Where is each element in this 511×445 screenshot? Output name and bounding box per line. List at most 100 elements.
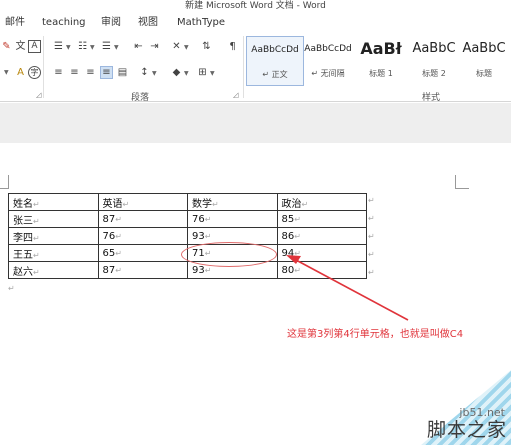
table-cell[interactable]: 76↵ <box>97 227 188 245</box>
char-border-icon[interactable]: A <box>28 40 41 53</box>
chinese-layout-icon[interactable]: ✕ <box>170 40 183 53</box>
font-color-dropdown-icon[interactable]: ▼ <box>4 69 9 76</box>
table-cell[interactable]: 赵六↵ <box>8 261 99 279</box>
style-sample: AaBbC <box>462 41 506 56</box>
chinese-layout-dropdown-icon[interactable]: ▼ <box>184 44 189 51</box>
table-cell[interactable]: 94↵ <box>276 244 367 262</box>
cell-end-mark: ↵ <box>294 248 301 258</box>
style-name: ↵ 正文 <box>262 70 288 79</box>
cell-text: 85 <box>281 213 295 225</box>
cell-text: 93 <box>192 230 205 242</box>
cell-text: 王五 <box>13 249 33 261</box>
cell-end-mark: ↵ <box>212 199 219 209</box>
cell-end-mark: ↵ <box>33 216 40 226</box>
numbered-list-icon[interactable]: ☷ <box>76 40 89 53</box>
title-bar: 新建 Microsoft Word 文档 - Word <box>0 0 511 14</box>
cell-end-mark: ↵ <box>33 267 40 277</box>
tab-mathtype[interactable]: MathType <box>177 16 225 30</box>
highlight-a-icon[interactable]: A <box>14 66 27 79</box>
style-heading-2[interactable]: AaBbC 标题 2 <box>405 36 463 86</box>
distributed-icon[interactable]: ▤ <box>116 66 129 79</box>
cell-end-mark: ↵ <box>122 199 130 209</box>
table-cell[interactable]: 76↵ <box>187 210 278 228</box>
enclose-char-icon[interactable]: 字 <box>28 66 41 79</box>
table-cell[interactable]: 李四↵ <box>8 227 99 245</box>
line-spacing-icon[interactable]: ↕ <box>138 66 151 79</box>
watermark: jb51.net 脚本之家 <box>421 370 511 445</box>
paragraph-mark: ↵ <box>8 284 15 293</box>
cell-text: 94 <box>281 247 295 259</box>
table-cell[interactable]: 85↵ <box>276 210 367 228</box>
style-sample: AaBbCcDd <box>304 44 352 54</box>
cell-text: 张三 <box>13 215 33 227</box>
style-heading-1[interactable]: AaBł 标题 1 <box>352 36 410 86</box>
phonetic-icon[interactable]: 文 <box>14 40 27 53</box>
style-sample: AaBbC <box>412 41 456 56</box>
table-cell[interactable]: 政治↵ <box>276 193 367 211</box>
table-cell[interactable]: 80↵ <box>276 261 367 279</box>
cell-text: 英语 <box>102 198 123 210</box>
borders-icon[interactable]: ⊞ <box>196 66 209 79</box>
align-center-icon[interactable]: ≡ <box>68 66 81 79</box>
score-table[interactable]: 姓名↵ 英语↵ 数学↵ 政治↵ 张三↵ 87↵ 76↵ 85↵ 李四↵ 76↵ … <box>8 193 367 279</box>
table-row: 姓名↵ 英语↵ 数学↵ 政治↵ <box>8 193 367 211</box>
cell-end-mark: ↵ <box>301 199 309 209</box>
style-name: 标题 2 <box>422 69 446 78</box>
cell-end-mark: ↵ <box>294 214 301 224</box>
cell-text: 87 <box>102 213 116 225</box>
style-normal[interactable]: AaBbCcDd ↵ 正文 <box>246 36 304 86</box>
style-no-spacing[interactable]: AaBbCcDd ↵ 无间隔 <box>299 36 357 86</box>
table-cell[interactable]: 王五↵ <box>8 244 99 262</box>
shading-icon[interactable]: ◆ <box>170 66 183 79</box>
paragraph-dialog-launcher-icon[interactable]: ◿ <box>233 91 238 99</box>
style-title[interactable]: AaBbC 标题 <box>458 36 510 86</box>
cell-end-mark: ↵ <box>294 231 301 241</box>
ribbon-separator <box>43 36 44 98</box>
line-spacing-dropdown-icon[interactable]: ▼ <box>152 70 157 77</box>
cell-text: 政治 <box>281 198 302 210</box>
clear-format-icon[interactable]: ✎ <box>0 40 13 53</box>
multilevel-list-icon[interactable]: ☰ <box>100 40 113 53</box>
decrease-indent-icon[interactable]: ⇤ <box>132 40 145 53</box>
table-cell[interactable]: 张三↵ <box>8 210 99 228</box>
cell-end-mark: ↵ <box>115 248 122 258</box>
multilevel-dropdown-icon[interactable]: ▼ <box>114 44 119 51</box>
tab-teaching[interactable]: teaching <box>42 16 86 30</box>
sort-icon[interactable]: ⇅ <box>200 40 213 53</box>
align-right-icon[interactable]: ≡ <box>84 66 97 79</box>
cell-text: 数学 <box>192 198 212 210</box>
cell-end-mark: ↵ <box>115 265 122 275</box>
highlight-ellipse <box>181 242 277 267</box>
style-sample: AaBbCcDd <box>251 45 299 55</box>
crop-mark <box>0 175 9 189</box>
ribbon-separator <box>243 36 244 98</box>
table-cell[interactable]: 87↵ <box>97 261 188 279</box>
table-cell[interactable]: 英语↵ <box>97 193 188 211</box>
align-left-icon[interactable]: ≡ <box>52 66 65 79</box>
cell-end-mark: ↵ <box>294 265 301 275</box>
tab-view[interactable]: 视图 <box>138 16 158 30</box>
justify-icon[interactable]: ≡ <box>100 66 113 79</box>
show-marks-icon[interactable]: ¶ <box>226 40 239 53</box>
row-end-mark: ↵ <box>368 214 375 223</box>
table-cell[interactable]: 65↵ <box>97 244 188 262</box>
increase-indent-icon[interactable]: ⇥ <box>148 40 161 53</box>
ribbon: ✎ 文 A ▼ A 字 ☰ ▼ ☷ ▼ ☰ ▼ ⇤ ⇥ ✕ ▼ ⇅ ¶ ≡ ≡ … <box>0 32 511 103</box>
table-row: 赵六↵ 87↵ 93↵ 80↵ <box>8 261 367 279</box>
cell-text: 姓名 <box>13 198 33 210</box>
table-cell[interactable]: 86↵ <box>276 227 367 245</box>
cell-end-mark: ↵ <box>115 231 122 241</box>
bullet-dropdown-icon[interactable]: ▼ <box>66 44 71 51</box>
table-cell[interactable]: 数学↵ <box>187 193 278 211</box>
font-dialog-launcher-icon[interactable]: ◿ <box>36 91 41 99</box>
row-end-mark: ↵ <box>368 232 375 241</box>
table-cell[interactable]: 87↵ <box>97 210 188 228</box>
tab-review[interactable]: 审阅 <box>101 16 121 30</box>
borders-dropdown-icon[interactable]: ▼ <box>210 70 215 77</box>
numbered-dropdown-icon[interactable]: ▼ <box>90 44 95 51</box>
table-cell[interactable]: 姓名↵ <box>8 193 99 211</box>
shading-dropdown-icon[interactable]: ▼ <box>184 70 189 77</box>
tab-mailings[interactable]: 邮件 <box>5 16 25 30</box>
style-name: ↵ 无间隔 <box>311 69 345 78</box>
bullet-list-icon[interactable]: ☰ <box>52 40 65 53</box>
